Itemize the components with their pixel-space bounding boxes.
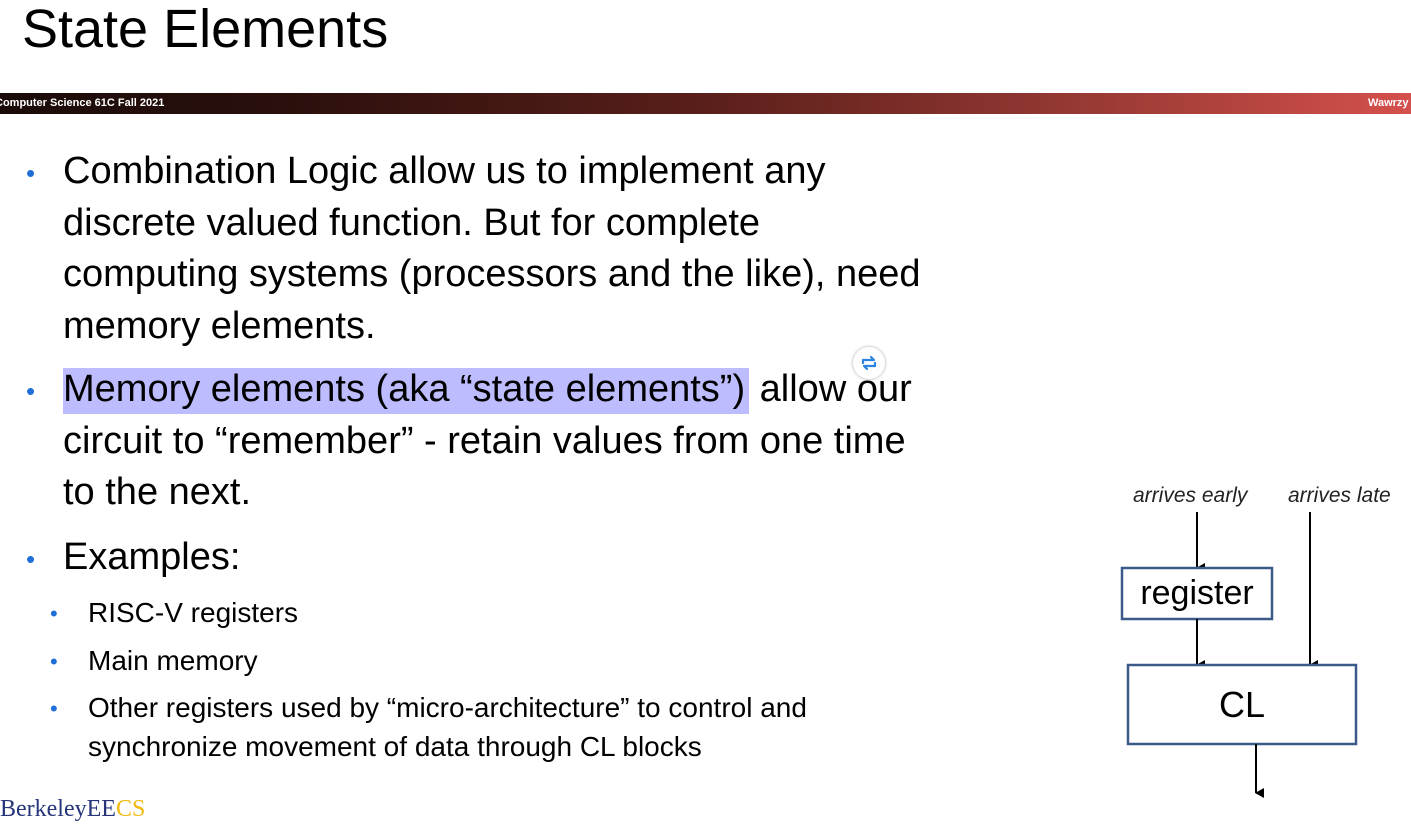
bullet-dot: • <box>26 158 36 188</box>
bullet-1-line-2: discrete valued function. But for comple… <box>63 201 761 244</box>
bullet-dot: • <box>26 376 36 406</box>
bullet-2-line-3: to the next. <box>63 471 252 513</box>
logo-berkeley: Berkeley <box>0 796 87 822</box>
sub-bullet-dot: • <box>50 696 58 721</box>
bullet-1-line-4: memory elements. <box>63 304 376 347</box>
logo-ee: EE <box>86 796 116 822</box>
bullet-2-line-1-rest: allow our <box>749 368 912 410</box>
cl-label: CL <box>1218 684 1266 725</box>
sub-bullet-dot: • <box>50 601 58 626</box>
bullet-1-line-1: Combination Logic allow us to implement … <box>63 150 826 192</box>
berkeley-eecs-logo: BerkeleyEECS <box>0 794 145 824</box>
banner-course-name: Computer Science 61C Fall 2021 <box>0 97 165 109</box>
sync-cycle-icon[interactable] <box>853 347 885 379</box>
sub-item-3-line-1: Other registers used by “micro-architect… <box>88 692 807 723</box>
bullet-1-line-3: computing systems (processors and the li… <box>63 253 921 295</box>
highlighted-text[interactable]: Memory elements (aka “state elements”) <box>63 368 750 414</box>
diagram-svg <box>1120 512 1358 798</box>
register-label: register <box>1140 574 1254 612</box>
bullet-3-label: Examples: <box>63 536 241 578</box>
sub-item-3-line-2: synchronize movement of data through CL … <box>88 731 702 762</box>
sub-item-2: Main memory <box>88 645 258 676</box>
sub-item-1: RISC-V registers <box>88 597 299 628</box>
bullet-2-line-2: circuit to “remember” - retain values fr… <box>63 419 906 462</box>
logo-cs: CS <box>115 796 146 822</box>
course-banner: Computer Science 61C Fall 2021 Wawrzy <box>0 93 1411 114</box>
sub-bullet-dot: • <box>50 649 58 674</box>
banner-instructor: Wawrzy <box>1368 97 1409 109</box>
bullet-2-line-1: Memory elements (aka “state elements”) a… <box>63 364 912 416</box>
slide-title: State Elements <box>22 0 389 59</box>
bullet-dot: • <box>26 544 36 574</box>
